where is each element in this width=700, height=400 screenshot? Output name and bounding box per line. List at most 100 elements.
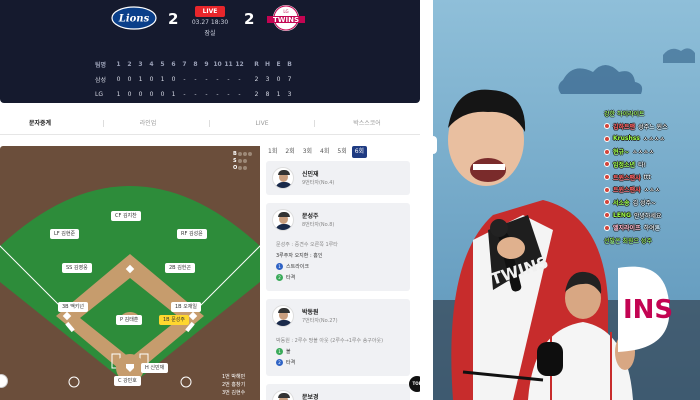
chat-badge-icon	[604, 135, 610, 142]
chat-text: 김 성주~	[632, 199, 657, 207]
pitch-number-badge: 2	[276, 359, 283, 366]
pitch-result: 볼	[286, 349, 291, 355]
position-p[interactable]: P 김태훈	[116, 315, 143, 325]
inning-tab-4[interactable]: 4회	[317, 146, 332, 158]
chat-badge-icon	[604, 186, 610, 193]
play-card[interactable]: 박동원 7번타자(No.27) 박동원 : 2루수 땅볼 아웃 (2루수→1루수 송…	[266, 299, 410, 376]
chat-text: 안녕하세요	[633, 212, 662, 220]
position-2b[interactable]: 2B 김헌곤	[165, 263, 196, 273]
twins-logo[interactable]: LG TWINS	[262, 4, 310, 32]
player-name: 박동원	[302, 309, 319, 316]
batter-h[interactable]: H 신민재	[141, 363, 169, 373]
linescore-cell: -	[205, 91, 208, 98]
pitch-number-badge: 1	[276, 348, 283, 355]
chat-text: ㅅㅅㅅㅅ	[632, 149, 655, 157]
chat-message: 선발은 최원으 성주	[604, 235, 652, 246]
play-description: 문성주 : 중견수 오른쪽 1루타	[276, 242, 338, 248]
inning-selector: 1회 2회 3회 4회 5회 6회	[265, 146, 368, 158]
play-card[interactable]: 문보경6번타자(No.2)	[266, 384, 410, 400]
linescore-cell: 1	[160, 76, 165, 83]
chat-username[interactable]: 현규~	[613, 147, 629, 156]
position-1b[interactable]: 1B 오재일	[171, 302, 202, 312]
inning-tab-5[interactable]: 5회	[334, 146, 349, 158]
runner-1b[interactable]: 1B 문성주	[159, 315, 190, 325]
position-rf[interactable]: RF 김성윤	[177, 229, 207, 239]
chat-badge-icon	[604, 199, 610, 206]
linescore-cell: 2	[254, 76, 259, 83]
inning-tab-1[interactable]: 1회	[265, 146, 280, 158]
chat-username[interactable]: 트윈스팬사	[613, 173, 641, 182]
linescore-cell: 0	[127, 91, 132, 98]
inning-tab-6[interactable]: 6회	[351, 146, 368, 158]
player-avatar	[272, 305, 294, 327]
linescore-cell: 6	[171, 61, 176, 68]
linescore-cell: -	[227, 91, 230, 98]
lineup-1: 1번 박해민	[222, 374, 246, 380]
tab-play-by-play[interactable]: 문자중계	[10, 113, 70, 135]
player-info: 7번타자(No.27)	[302, 318, 338, 324]
chat-badge-icon	[604, 174, 610, 180]
linescore-team-header: 팀명	[95, 62, 107, 69]
stream-scene: INS TWINS	[433, 0, 700, 400]
player-info: 8번타자(No.8)	[302, 222, 335, 228]
play-card[interactable]: 신민재 9번타자(No.4)	[266, 161, 410, 195]
position-3b[interactable]: 3B 맥키넌	[58, 302, 89, 312]
lineup-3: 3번 김현수	[222, 390, 246, 396]
tab-live[interactable]: LIVE	[232, 113, 292, 135]
pitch-number-badge: 1	[276, 263, 283, 270]
chat-username[interactable]: LENG	[613, 212, 631, 219]
linescore-cell: 7	[182, 61, 187, 68]
panel-collapse-tab[interactable]	[427, 136, 437, 154]
chat-badge-icon	[604, 148, 610, 155]
inning-tab-2[interactable]: 2회	[282, 146, 297, 158]
linescore-cell: -	[194, 76, 197, 83]
chat-username[interactable]: Krushss	[613, 135, 640, 142]
chat-message: 임정소년 타!	[604, 159, 646, 170]
chat-text: 하여튼	[643, 225, 661, 233]
chat-text: 타!	[638, 161, 647, 169]
chat-username[interactable]: 트윈스팬사	[613, 185, 641, 194]
chat-text: ㅅㅅㅅ	[643, 187, 661, 195]
linescore-row: 삼성 0 0 1 0 1 0- - - - - -2 3 0 7	[95, 72, 295, 87]
play-card[interactable]: 문성주 8번타자(No.8) 문성주 : 중견수 오른쪽 1루타 3루주자 오지환 :…	[266, 203, 410, 291]
position-c[interactable]: C 강민호	[114, 376, 141, 386]
linescore-cell: 12	[235, 61, 244, 68]
chat-username[interactable]: 김하트맨	[613, 122, 635, 131]
chat-username[interactable]: 엘지라이프	[613, 223, 641, 232]
position-ss[interactable]: SS 김영웅	[62, 263, 92, 273]
tab-divider	[103, 120, 104, 127]
linescore-cell: -	[183, 76, 186, 83]
baseball-field: CF 김지찬 LF 김현준 RF 김성윤 SS 김영웅 2B 김헌곤 3B 맥키…	[0, 146, 260, 400]
linescore-cell: 0	[149, 76, 154, 83]
chat-message: 김하트맨 성주느 윈스	[604, 121, 668, 132]
linescore-cell: 2	[254, 91, 259, 98]
live-stream-video[interactable]: INS TWINS	[433, 0, 700, 400]
inning-tab-3[interactable]: 3회	[300, 146, 315, 158]
chat-message: 트윈스팬사 ttt	[604, 172, 651, 183]
linescore-cell: E	[276, 61, 281, 68]
chat-text: ttt	[643, 173, 651, 181]
linescore-cell: 11	[224, 61, 233, 68]
tab-boxscore[interactable]: 박스스코어	[337, 113, 397, 135]
tab-lineup[interactable]: 라인업	[118, 113, 178, 135]
linescore-cell: 4	[149, 61, 154, 68]
linescore-cell: 1	[116, 91, 121, 98]
player-info: 9번타자(No.4)	[302, 180, 335, 186]
bso-ball: B	[233, 151, 252, 158]
tab-divider	[209, 120, 210, 127]
linescore-cell: -	[227, 76, 230, 83]
lions-logo[interactable]: Lions	[110, 4, 158, 32]
chat-username[interactable]: 임정소년	[613, 160, 635, 169]
linescore-team: LG	[95, 91, 103, 98]
baseball-app: Lions 2 LIVE 03.27 18:30 잠실 2 LG TWINS 팀…	[0, 0, 420, 400]
pitch-result: 타격	[286, 360, 296, 366]
chat-text: ㅅㅅㅅㅅ	[642, 136, 665, 144]
batting-order: 1번 박해민 2번 홍창기 3번 김현수	[222, 373, 245, 397]
position-cf[interactable]: CF 김지찬	[111, 211, 141, 221]
chat-username[interactable]: 서소송	[613, 198, 630, 207]
position-lf[interactable]: LF 김현준	[50, 229, 80, 239]
linescore-cell: 0	[276, 76, 281, 83]
game-venue: 잠실	[204, 30, 216, 37]
linescore-cell: 3	[138, 61, 143, 68]
linescore-cell: -	[238, 76, 241, 83]
